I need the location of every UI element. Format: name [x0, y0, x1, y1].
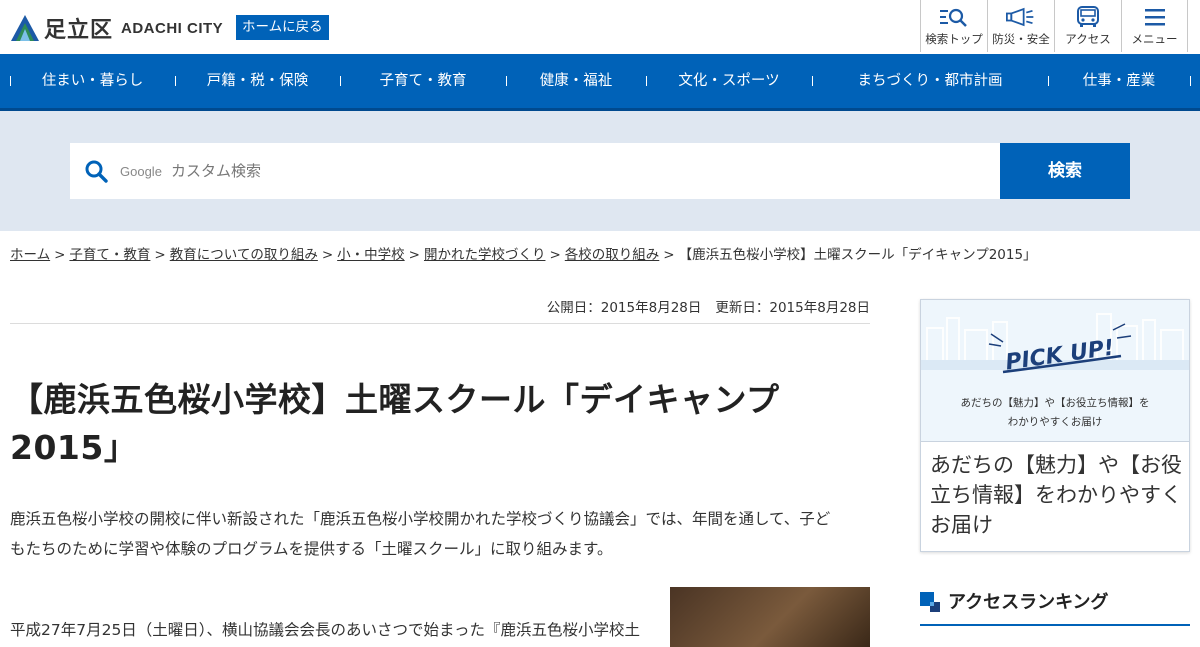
adachi-logo-mark-icon	[11, 15, 39, 41]
util-label: 防災・安全	[992, 32, 1050, 46]
util-disaster-safety[interactable]: 防災・安全	[987, 0, 1054, 52]
body-paragraph: 平成27年7月25日（土曜日）、横山協議会会長のあいさつで始まった『鹿浜五色桜小…	[10, 621, 640, 639]
home-button[interactable]: ホームに戻る	[236, 15, 329, 40]
pickup-banner-sub-line2: わかりやすくお届け	[1007, 416, 1103, 428]
article-photo	[670, 587, 870, 647]
util-menu[interactable]: メニュー	[1121, 0, 1188, 52]
updated-date: 更新日：2015年8月28日	[715, 300, 870, 316]
pickup-card-text: あだちの【魅力】や【お役立ち情報】をわかりやすくお届け	[930, 453, 1182, 537]
page-title-line2: 2015」	[10, 428, 138, 467]
ranking-divider	[920, 624, 1190, 626]
site-header: 足立区 ADACHI CITY ホームに戻る 検索トップ 防災・安全 アクセス …	[0, 0, 1200, 54]
pickup-banner-sub-line1: あだちの【魅力】や【お役立ち情報】を	[960, 397, 1150, 409]
breadcrumb-separator: >	[54, 247, 66, 263]
site-logo[interactable]: 足立区 ADACHI CITY	[10, 12, 223, 44]
search-box: Google カスタム検索	[70, 143, 1000, 199]
page-dates: 公開日：2015年8月28日 更新日：2015年8月28日	[10, 288, 870, 324]
util-label: 検索トップ	[925, 32, 983, 46]
search-input[interactable]	[120, 143, 980, 199]
breadcrumb-link-education-efforts[interactable]: 教育についての取り組み	[170, 247, 318, 263]
breadcrumb-link-schools[interactable]: 小・中学校	[337, 247, 405, 263]
util-search-top[interactable]: 検索トップ	[920, 0, 987, 52]
breadcrumb: ホーム > 子育て・教育 > 教育についての取り組み > 小・中学校 > 開かれた学校づくり > 各…	[10, 243, 1037, 263]
published-date: 公開日：2015年8月28日	[546, 300, 702, 316]
lead-line2: もたちのために学習や体験のプログラムを提供する「土曜スクール」に取り組みます。	[10, 540, 613, 558]
breadcrumb-link-school-efforts[interactable]: 各校の取り組み	[565, 247, 660, 263]
search-icon	[85, 160, 108, 183]
gnav-item-culture-sports[interactable]: 文化・スポーツ	[646, 54, 812, 108]
breadcrumb-separator: >	[549, 247, 561, 263]
utility-nav: 検索トップ 防災・安全 アクセス メニュー	[920, 0, 1188, 52]
breadcrumb-separator: >	[408, 247, 420, 263]
search-button[interactable]: 検索	[1000, 143, 1130, 199]
util-label: アクセス	[1065, 32, 1111, 46]
hamburger-menu-icon	[1140, 6, 1170, 28]
util-access[interactable]: アクセス	[1054, 0, 1121, 52]
logo-text-en: ADACHI CITY	[121, 19, 224, 37]
nav-separator	[1190, 76, 1191, 86]
gnav-item-living[interactable]: 住まい・暮らし	[10, 54, 175, 108]
gnav-item-health-welfare[interactable]: 健康・福祉	[506, 54, 646, 108]
page-title-line1: 【鹿浜五色桜小学校】土曜スクール「デイキャンプ	[10, 380, 780, 419]
breadcrumb-separator: >	[321, 247, 334, 263]
bus-icon	[1073, 6, 1103, 28]
page-title: 【鹿浜五色桜小学校】土曜スクール「デイキャンプ 2015」	[10, 376, 870, 472]
pickup-banner-subtext: あだちの【魅力】や【お役立ち情報】を わかりやすくお届け	[921, 394, 1189, 432]
breadcrumb-link-open-schools[interactable]: 開かれた学校づくり	[424, 247, 546, 263]
global-nav: 住まい・暮らし 戸籍・税・保険 子育て・教育 健康・福祉 文化・スポーツ まちづ…	[0, 54, 1200, 111]
gnav-item-registry-tax[interactable]: 戸籍・税・保険	[175, 54, 340, 108]
lead-line1: 鹿浜五色桜小学校の開校に伴い新設された「鹿浜五色桜小学校開かれた学校づくり協議会…	[10, 510, 831, 528]
gnav-item-childcare-education[interactable]: 子育て・教育	[340, 54, 506, 108]
lead-paragraph: 鹿浜五色桜小学校の開校に伴い新設された「鹿浜五色桜小学校開かれた学校づくり協議会…	[10, 504, 870, 564]
search-list-icon	[939, 6, 969, 28]
breadcrumb-link-childcare[interactable]: 子育て・教育	[69, 247, 150, 263]
ranking-square-icon	[920, 592, 940, 612]
pickup-banner-image: PICK UP! あだちの【魅力】や【お役立ち情報】を わかりやすくお届け	[921, 300, 1189, 442]
pickup-lettering-icon: PICK UP!	[988, 323, 1132, 376]
gnav-item-urban-planning[interactable]: まちづくり・都市計画	[812, 54, 1048, 108]
util-label: メニュー	[1131, 32, 1178, 46]
megaphone-icon	[1006, 6, 1036, 28]
breadcrumb-link-home[interactable]: ホーム	[10, 247, 50, 263]
access-ranking-title: アクセスランキング	[948, 592, 1109, 613]
search-band: Google カスタム検索 検索	[0, 111, 1200, 231]
pickup-card[interactable]: PICK UP! あだちの【魅力】や【お役立ち情報】を わかりやすくお届け あだ…	[920, 299, 1190, 552]
breadcrumb-separator: >	[154, 247, 166, 263]
logo-text-ja: 足立区	[44, 18, 114, 43]
main-content: 公開日：2015年8月28日 更新日：2015年8月28日 【鹿浜五色桜小学校】土…	[10, 288, 870, 647]
gnav-item-work-industry[interactable]: 仕事・産業	[1048, 54, 1190, 108]
breadcrumb-current: 【鹿浜五色桜小学校】土曜スクール「デイキャンプ2015」	[678, 247, 1037, 263]
breadcrumb-separator: >	[663, 247, 675, 263]
